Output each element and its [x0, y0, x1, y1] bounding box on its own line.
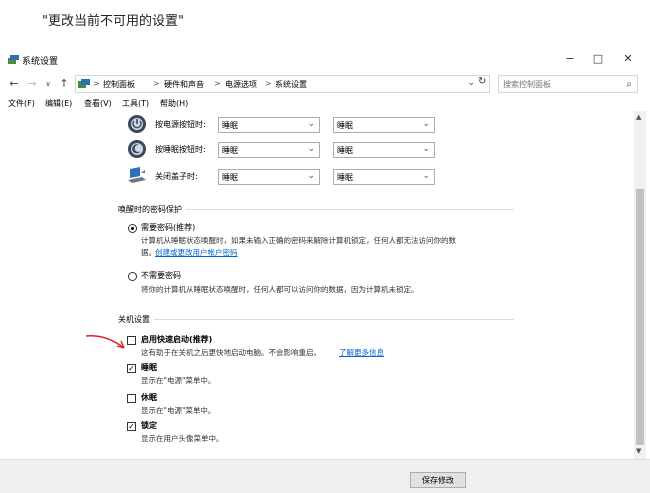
window-title: 系统设置 [22, 57, 59, 67]
require-password-desc: 计算机从睡眠状态唤醒时，如果未输入正确的密码来解除计算机锁定，任何人都无法访问你… [141, 236, 456, 245]
password-group-title: 唤醒时的密码保护 [118, 204, 186, 215]
chevron-down-icon: ⌄ [307, 144, 315, 154]
fast-startup-checkbox[interactable] [127, 336, 136, 345]
maximize-button[interactable]: □ [590, 53, 606, 65]
address-box[interactable]: > 控制面板 > 硬件和声音 > 电源选项 > 系统设置 ⌄ [75, 75, 490, 93]
require-password-title: 需要密码(推荐) [141, 223, 196, 232]
lid-close-battery-select[interactable]: 睡眠 ⌄ [218, 169, 320, 185]
power-button-icon [128, 115, 146, 133]
learn-more-link[interactable]: 了解更多信息 [339, 347, 384, 358]
menu-file[interactable]: 文件(F) [8, 98, 35, 109]
lid-close-label: 关闭盖子时: [155, 172, 198, 181]
address-bar: ← → ∨ ↑ > 控制面板 > 硬件和声音 > 电源选项 > 系统设置 ⌄ ↻… [0, 73, 650, 95]
search-box[interactable]: ⌕ [498, 75, 638, 93]
select-value: 睡眠 [222, 146, 238, 155]
lock-title: 锁定 [141, 421, 157, 430]
minimize-button[interactable]: − [562, 53, 578, 65]
menu-tools[interactable]: 工具(T) [122, 98, 149, 109]
breadcrumb-control-panel[interactable]: 控制面板 [103, 79, 135, 90]
search-input[interactable] [503, 78, 618, 91]
select-value: 睡眠 [337, 173, 353, 182]
sleep-button-label: 按睡眠按钮时: [155, 145, 206, 154]
chevron-down-icon: ⌄ [307, 171, 315, 181]
search-icon[interactable]: ⌕ [626, 79, 632, 90]
control-panel-icon [78, 79, 90, 88]
breadcrumb-hardware-sound[interactable]: 硬件和声音 [164, 79, 204, 90]
lid-close-plugged-select[interactable]: 睡眠 ⌄ [333, 169, 435, 185]
select-value: 睡眠 [337, 146, 353, 155]
no-password-radio[interactable] [128, 272, 137, 281]
breadcrumb-separator: > [93, 79, 100, 88]
breadcrumb-separator: > [153, 79, 160, 88]
sleep-button-battery-select[interactable]: 睡眠 ⌄ [218, 142, 320, 158]
footer-bar: 保存修改 [0, 459, 650, 493]
close-button[interactable]: ✕ [620, 53, 636, 65]
up-arrow-icon[interactable]: ↑ [58, 77, 70, 91]
system-settings-window: 系统设置 − □ ✕ ← → ∨ ↑ > 控制面板 > 硬件和声音 > 电源选项… [0, 45, 650, 493]
chevron-down-icon: ⌄ [307, 119, 315, 129]
no-password-title: 不需要密码 [141, 271, 181, 280]
hibernate-desc: 显示在"电源"菜单中。 [141, 406, 216, 415]
select-value: 睡眠 [222, 121, 238, 130]
fast-startup-title: 启用快速启动(推荐) [141, 335, 213, 344]
group-divider [118, 319, 514, 320]
breadcrumb-separator: > [265, 79, 272, 88]
power-button-label: 按电源按钮时: [155, 120, 206, 129]
lock-desc: 显示在用户头像菜单中。 [141, 434, 224, 443]
require-password-radio[interactable] [128, 224, 137, 233]
refresh-icon[interactable]: ↻ [478, 76, 486, 87]
menu-view[interactable]: 查看(V) [84, 98, 112, 109]
chevron-down-icon: ⌄ [422, 171, 430, 181]
chevron-down-icon: ⌄ [422, 119, 430, 129]
sleep-button-plugged-select[interactable]: 睡眠 ⌄ [333, 142, 435, 158]
power-button-battery-select[interactable]: 睡眠 ⌄ [218, 117, 320, 133]
forward-arrow-icon[interactable]: → [26, 77, 38, 91]
hibernate-checkbox[interactable] [127, 394, 136, 403]
menu-help[interactable]: 帮助(H) [160, 98, 188, 109]
sleep-checkbox[interactable]: ✓ [127, 364, 136, 373]
hibernate-title: 休眠 [141, 393, 157, 402]
recent-dropdown-icon[interactable]: ∨ [42, 77, 54, 91]
back-arrow-icon[interactable]: ← [8, 77, 20, 91]
select-value: 睡眠 [222, 173, 238, 182]
power-options-icon [8, 55, 19, 64]
sleep-button-icon [128, 140, 146, 158]
save-changes-button[interactable]: 保存修改 [410, 472, 466, 488]
power-button-plugged-select[interactable]: 睡眠 ⌄ [333, 117, 435, 133]
breadcrumb-separator: > [214, 79, 221, 88]
breadcrumb-system-settings[interactable]: 系统设置 [275, 79, 307, 90]
scroll-thumb[interactable] [636, 189, 644, 445]
select-value: 睡眠 [337, 121, 353, 130]
breadcrumb-power-options[interactable]: 电源选项 [225, 79, 257, 90]
caption-text: "更改当前不可用的设置" [42, 14, 184, 29]
sleep-desc: 显示在"电源"菜单中。 [141, 376, 216, 385]
menu-bar: 文件(F) 编辑(E) 查看(V) 工具(T) 帮助(H) [0, 95, 650, 111]
scroll-down-icon[interactable]: ▼ [636, 447, 641, 455]
sleep-title: 睡眠 [141, 363, 157, 372]
title-bar: 系统设置 − □ ✕ [0, 45, 650, 73]
settings-content: 按电源按钮时: 睡眠 ⌄ 睡眠 ⌄ 按睡眠按钮时: 睡眠 ⌄ 睡眠 ⌄ 关闭盖子… [0, 111, 636, 459]
change-password-link[interactable]: 创建或更改用户帐户密码 [155, 247, 238, 258]
require-password-desc-cont: 据。 [141, 248, 156, 257]
chevron-down-icon: ⌄ [422, 144, 430, 154]
chevron-down-icon[interactable]: ⌄ [467, 78, 475, 88]
menu-edit[interactable]: 编辑(E) [45, 98, 72, 109]
fast-startup-desc: 这有助于在关机之后更快地启动电脑。不会影响重启。 [141, 348, 321, 357]
vertical-scrollbar[interactable]: ▲ ▼ [634, 111, 646, 459]
shutdown-group-title: 关机设置 [118, 314, 154, 325]
no-password-desc: 将你的计算机从睡眠状态唤醒时，任何人都可以访问你的数据，因为计算机未锁定。 [141, 285, 419, 294]
laptop-lid-icon [128, 167, 146, 183]
scroll-up-icon[interactable]: ▲ [636, 113, 641, 121]
lock-checkbox[interactable]: ✓ [127, 422, 136, 431]
